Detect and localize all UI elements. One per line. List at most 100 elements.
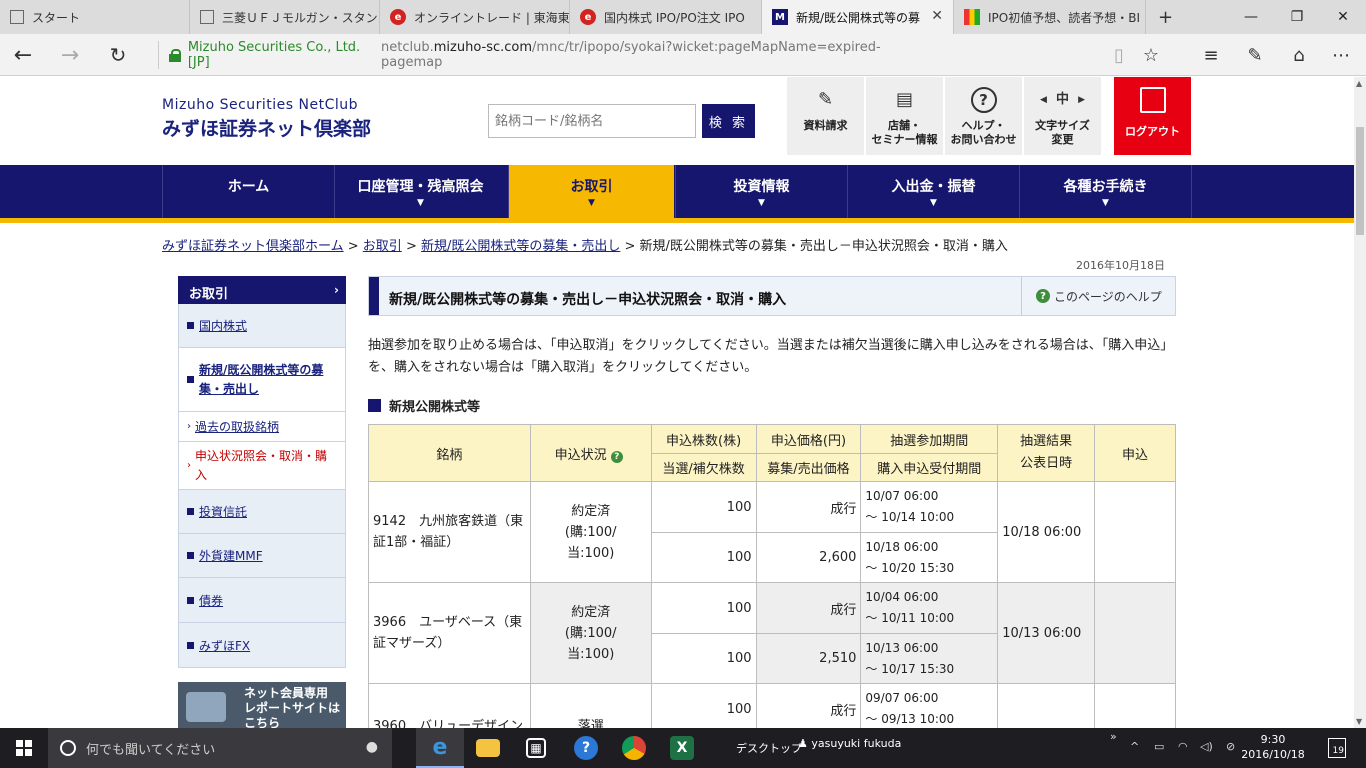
period-end: ～ 10/11 10:00 (865, 611, 955, 625)
col-header-lottery-period: 抽選参加期間 (860, 424, 999, 454)
user-toolbar[interactable]: ♟ yasuyuki fukuda (798, 737, 901, 750)
close-tab-icon[interactable]: ✕ (931, 8, 943, 24)
help-contact-button[interactable]: ? ヘルプ・ お問い合わせ (945, 77, 1022, 155)
page-scrollbar[interactable]: ▲ ▼ (1354, 77, 1366, 728)
logout-icon (1139, 87, 1166, 113)
font-increase-icon[interactable]: ▶ (1078, 93, 1085, 107)
breadcrumb-current: 新規/既公開株式等の募集・売出し－申込状況照会・取消・購入 (639, 239, 1008, 254)
sidebar-item-domestic-stock[interactable]: 国内株式 (178, 304, 346, 348)
font-size-button[interactable]: ◀ 中 ▶ 文字サイズ 変更 (1024, 77, 1101, 155)
explorer-taskbar-button[interactable] (464, 728, 512, 768)
sidebar-subitem-past[interactable]: › 過去の取扱銘柄 (178, 412, 346, 442)
col-header-price: 申込価格(円) (755, 424, 862, 454)
tab-ipo-forecast[interactable]: IPO初値予想、読者予想・BI (954, 0, 1146, 34)
period-start: 09/07 06:00 (865, 691, 939, 705)
tab-start[interactable]: スタート (0, 0, 190, 34)
font-decrease-icon[interactable]: ◀ (1040, 93, 1047, 107)
search-button[interactable]: 検 索 (702, 104, 755, 138)
chrome-taskbar-button[interactable] (610, 728, 658, 768)
more-icon[interactable]: ⋯ (1326, 40, 1356, 70)
page-help-link[interactable]: ? このページのヘルプ (1021, 277, 1175, 315)
title-accent-bar (369, 277, 379, 315)
address-bar: ← → ↻ Mizuho Securities Co., Ltd. [JP] n… (0, 34, 1366, 76)
sidebar-item-bonds[interactable]: 債券 (178, 578, 346, 623)
breadcrumb-link-ipo[interactable]: 新規/既公開株式等の募集・売出し (421, 239, 620, 254)
period-end: ～ 10/14 10:00 (865, 510, 955, 524)
nav-trade[interactable]: お取引 ▼ (508, 165, 674, 218)
refresh-icon[interactable]: ↻ (103, 40, 133, 70)
cortana-search[interactable]: 何でも聞いてください ● (48, 728, 392, 768)
nav-deposit[interactable]: 入出金・振替 ▼ (847, 165, 1019, 218)
desktop-toolbar[interactable]: デスクトップ (736, 740, 802, 756)
battery-icon[interactable]: ▭ (1154, 740, 1164, 753)
nav-home[interactable]: ホーム (162, 165, 334, 218)
tab-mizuho-active[interactable]: M 新規/既公開株式等の募 ✕ (762, 0, 954, 34)
clock[interactable]: 9:30 2016/10/18 (1238, 732, 1308, 762)
nav-procedures[interactable]: 各種お手続き ▼ (1019, 165, 1192, 218)
sidebar-item-mmf[interactable]: 外貨建MMF (178, 534, 346, 578)
branch-seminar-button[interactable]: ▤ 店舗・ セミナー情報 (866, 77, 943, 155)
ime-icon[interactable]: ⊘ (1226, 740, 1235, 753)
site-logo[interactable]: Mizuho Securities NetClub みずほ証券ネット倶楽部 (162, 97, 371, 141)
edge-taskbar-button[interactable]: e (416, 728, 464, 768)
volume-icon[interactable]: ◁) (1200, 740, 1213, 753)
breadcrumb: みずほ証券ネット倶楽部ホーム > お取引 > 新規/既公開株式等の募集・売出し … (162, 235, 1008, 254)
document-request-button[interactable]: ✎ 資料請求 (787, 77, 864, 155)
nav-label: 各種お手続き (1063, 178, 1148, 195)
period-cell: 09/07 06:00 ～ 09/13 10:00 (860, 683, 999, 728)
document-icon: ✎ (817, 89, 834, 110)
sidebar-title-label: お取引 (189, 287, 229, 302)
nav-investment-info[interactable]: 投資情報 ▼ (675, 165, 847, 218)
help-taskbar-button[interactable]: ? (562, 728, 610, 768)
share-icon[interactable]: ⌂ (1284, 40, 1314, 70)
action-center-icon[interactable]: 19 (1328, 738, 1346, 758)
sidebar-title[interactable]: お取引 › (178, 276, 346, 304)
favorite-star-icon[interactable]: ☆ (1136, 40, 1166, 70)
forward-icon[interactable]: → (55, 40, 85, 70)
nav-label: ホーム (227, 178, 270, 195)
wifi-icon[interactable]: ◠ (1178, 740, 1188, 753)
lock-icon (169, 48, 181, 62)
breadcrumb-link-trade[interactable]: お取引 (363, 239, 402, 254)
scrollbar-thumb[interactable] (1356, 127, 1364, 235)
nav-label: 投資情報 (733, 178, 790, 195)
toolbar-overflow-icon[interactable]: » (1110, 730, 1117, 743)
page-icon (10, 10, 24, 24)
scroll-down-icon[interactable]: ▼ (1356, 717, 1362, 726)
report-site-banner[interactable]: ネット会員専用 レポートサイトは こちら (178, 682, 346, 728)
url-domain: mizuho-sc.com (433, 40, 533, 55)
tab-tokaitokyo[interactable]: e オンライントレード | 東海東京証 (380, 0, 570, 34)
period-start: 10/13 06:00 (865, 640, 939, 655)
logout-button[interactable]: ログアウト (1114, 77, 1191, 155)
start-button[interactable] (0, 728, 48, 768)
nav-account[interactable]: 口座管理・残高照会 ▼ (334, 165, 506, 218)
sidebar-item-funds[interactable]: 投資信託 (178, 490, 346, 534)
bullet-icon (187, 596, 194, 604)
section-heading-label: 新規公開株式等 (389, 400, 481, 415)
sidebar-subitem-status-current[interactable]: › 申込状況照会・取消・購入 (178, 442, 346, 490)
hub-menu-icon[interactable]: ≡ (1196, 40, 1226, 70)
help-circle-icon[interactable]: ? (610, 450, 623, 463)
url-field[interactable]: Mizuho Securities Co., Ltd. [JP] netclub… (158, 40, 888, 70)
close-window-button[interactable]: ✕ (1320, 0, 1366, 34)
scroll-up-icon[interactable]: ▲ (1356, 79, 1362, 88)
sidebar-item-label: 債券 (199, 593, 224, 608)
restore-button[interactable]: ❐ (1274, 0, 1320, 34)
stock-search-input[interactable] (488, 104, 696, 138)
minimize-button[interactable]: — (1228, 0, 1274, 34)
tab-label: IPO初値予想、読者予想・BI (988, 10, 1140, 25)
new-tab-button[interactable]: + (1146, 0, 1186, 34)
tab-mufg[interactable]: 三菱ＵＦＪモルガン・スタンレ (190, 0, 380, 34)
sidebar-item-fx[interactable]: みずほFX (178, 623, 346, 668)
back-icon[interactable]: ← (8, 40, 38, 70)
tab-ipo-po[interactable]: e 国内株式 IPO/PO注文 IPO (570, 0, 762, 34)
microphone-icon[interactable]: ● (366, 739, 378, 755)
web-note-icon[interactable]: ✎ (1240, 40, 1270, 70)
sidebar-item-ipo[interactable]: 新規/既公開株式等の募集・売出し (178, 348, 346, 412)
breadcrumb-link-home[interactable]: みずほ証券ネット倶楽部ホーム (162, 239, 344, 254)
reading-view-icon[interactable]: ▯ (1104, 40, 1134, 70)
store-taskbar-button[interactable]: ▦ (512, 728, 560, 768)
sidebar-item-label: 過去の取扱銘柄 (195, 420, 280, 434)
tray-expand-icon[interactable]: ^ (1130, 740, 1139, 753)
excel-taskbar-button[interactable]: X (658, 728, 706, 768)
